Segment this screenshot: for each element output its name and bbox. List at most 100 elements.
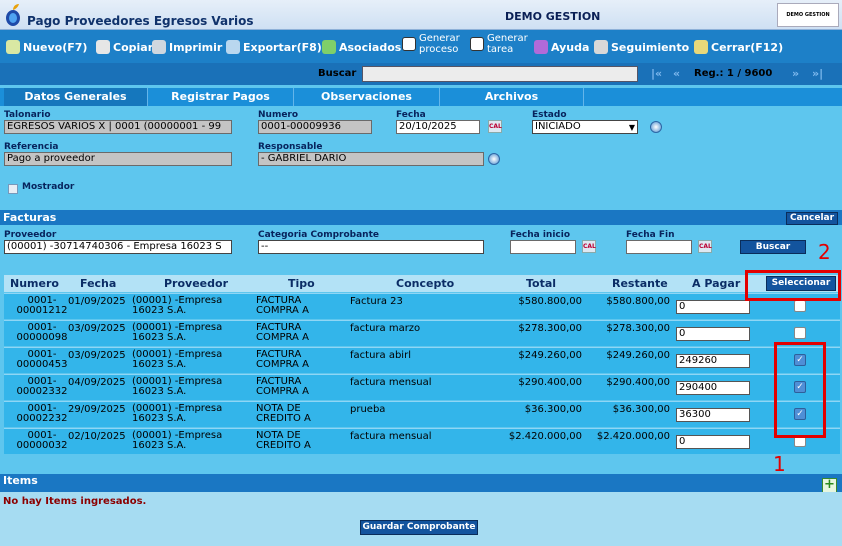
table-row[interactable]: 0001- 00002332 04/09/2025 (00001) -Empresa… [4,374,840,400]
items-area: No hay Items ingresados. Guardar Comprob… [0,492,842,546]
cell-concepto: prueba [350,404,386,415]
header-tipo: Tipo [288,277,315,290]
fecha-fin-label: Fecha Fin [626,230,675,240]
fecha-inicio-field[interactable] [510,240,576,254]
export-icon [226,40,240,54]
cell-restante: $580.800,00 [606,296,670,307]
apagar-input[interactable]: 36300 [676,408,750,422]
user-search-icon[interactable] [488,153,500,165]
cancel-button[interactable]: Cancelar [786,212,838,225]
apagar-input[interactable]: 290400 [676,381,750,395]
tab-bar: Datos Generales Registrar Pagos Observac… [0,88,842,106]
header-concepto: Concepto [396,277,455,290]
select-checkbox[interactable] [794,300,806,312]
tab-registrar-pagos[interactable]: Registrar Pagos [148,88,294,106]
talonario-label: Talonario [4,110,51,120]
generate-task-button[interactable]: Generar tarea [470,33,528,55]
proveedor-label: Proveedor [4,230,57,240]
items-empty-text: No hay Items ingresados. [3,496,147,507]
table-row[interactable]: 0001- 00001212 01/09/2025 (00001) -Empresa… [4,293,840,319]
first-record-button[interactable]: |« [651,67,662,80]
categoria-select[interactable]: -- [258,240,484,254]
cell-numero: 0001- 00001212 [16,295,68,316]
cell-tipo: FACTURA COMPRA A [256,349,309,370]
header-proveedor: Proveedor [164,277,228,290]
table-row[interactable]: 0001- 00000032 02/10/2025 (00001) -Empresa… [4,428,840,454]
referencia-field[interactable]: Pago a proveedor [4,152,232,166]
help-button[interactable]: Ayuda [534,40,589,54]
categoria-label: Categoria Comprobante [258,230,379,240]
associated-button[interactable]: Asociados [322,40,401,54]
apagar-input[interactable]: 0 [676,300,750,314]
referencia-label: Referencia [4,142,59,152]
last-record-button[interactable]: »| [812,67,823,80]
mostrador-label: Mostrador [22,182,75,192]
cell-proveedor: (00001) -Empresa 16023 S.A. [132,430,223,451]
app-logo-icon [6,4,20,26]
tracking-button[interactable]: Seguimiento [594,40,689,54]
cell-concepto: factura mensual [350,431,432,442]
header-apagar: A Pagar [692,277,741,290]
company-logo: DEMO GESTION [777,3,839,27]
cell-tipo: NOTA DE CREDITO A [256,430,311,451]
guardar-comprobante-button[interactable]: Guardar Comprobante [360,520,478,535]
apagar-input[interactable]: 0 [676,327,750,341]
buscar-button[interactable]: Buscar [740,240,806,254]
mostrador-checkbox[interactable] [8,184,18,194]
calendar-icon[interactable]: CAL [698,240,712,253]
calendar-icon[interactable]: CAL [582,240,596,253]
responsable-label: Responsable [258,142,323,152]
header-fecha: Fecha [80,277,117,290]
responsable-field[interactable]: - GABRIEL DARIO [258,152,484,166]
window-title: Pago Proveedores Egresos Varios [27,14,254,28]
next-record-button[interactable]: » [792,67,799,80]
new-button[interactable]: Nuevo(F7) [6,40,87,54]
prev-record-button[interactable]: « [673,67,680,80]
table-row[interactable]: 0001- 00000453 03/09/2025 (00001) -Empresa… [4,347,840,373]
fecha-fin-field[interactable] [626,240,692,254]
cell-restante: $2.420.000,00 [596,431,670,442]
print-button[interactable]: Imprimir [152,40,222,54]
cell-fecha: 03/09/2025 [68,323,126,334]
state-info-icon[interactable] [650,121,662,133]
apagar-input[interactable]: 249260 [676,354,750,368]
generate-process-button[interactable]: Generar proceso [402,33,460,55]
cell-concepto: factura mensual [350,377,432,388]
tab-datos-generales[interactable]: Datos Generales [4,88,148,106]
chevron-down-icon: ▼ [628,123,635,132]
annotation-box-checkboxes [774,342,826,438]
apagar-input[interactable]: 0 [676,435,750,449]
export-button[interactable]: Exportar(F8) [226,40,322,54]
cell-concepto: Factura 23 [350,296,403,307]
cell-concepto: factura abirl [350,350,411,361]
cell-fecha: 29/09/2025 [68,404,126,415]
calendar-icon[interactable]: CAL [488,120,502,133]
tab-observaciones[interactable]: Observaciones [294,88,440,106]
cell-concepto: factura marzo [350,323,421,334]
cell-total: $2.420.000,00 [508,431,582,442]
search-input[interactable] [362,66,638,82]
talonario-field[interactable]: EGRESOS VARIOS X | 0001 (00000001 - 99 [4,120,232,134]
toolbar: Nuevo(F7) Copiar Imprimir Exportar(F8) A… [0,30,842,63]
add-item-icon[interactable]: + [822,478,837,493]
items-header: Items [0,474,842,492]
tab-archivos[interactable]: Archivos [440,88,584,106]
close-button[interactable]: Cerrar(F12) [694,40,783,54]
numero-label: Numero [258,110,299,120]
tracking-icon [594,40,608,54]
table-row[interactable]: 0001- 00002232 29/09/2025 (00001) -Empresa… [4,401,840,427]
cell-tipo: FACTURA COMPRA A [256,295,309,316]
estado-select[interactable]: INICIADO ▼ [532,120,638,134]
title-bar: Pago Proveedores Egresos Varios DEMO GES… [0,0,842,30]
cell-restante: $278.300,00 [606,323,670,334]
copy-button[interactable]: Copiar [96,40,153,54]
table-row[interactable]: 0001- 00000098 03/09/2025 (00001) -Empresa… [4,320,840,346]
cell-proveedor: (00001) -Empresa 16023 S.A. [132,349,223,370]
numero-field[interactable]: 0001-00009936 [258,120,372,134]
select-checkbox[interactable] [794,327,806,339]
fecha-field[interactable]: 20/10/2025 [396,120,480,134]
proveedor-select[interactable]: (00001) -30714740306 - Empresa 16023 S [4,240,232,254]
cell-tipo: FACTURA COMPRA A [256,322,309,343]
associated-icon [322,40,336,54]
cell-numero: 0001- 00000453 [16,349,68,370]
